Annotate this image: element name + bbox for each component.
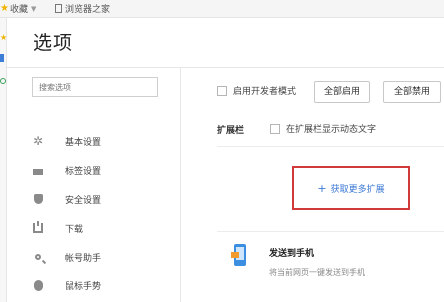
search-input[interactable] <box>32 77 158 97</box>
get-more-extensions-button[interactable]: + 获取更多扩展 <box>292 166 410 210</box>
disable-all-button[interactable]: 全部禁用 <box>383 81 441 103</box>
tab-icon <box>32 164 44 176</box>
show-dynamic-text-label: 在扩展栏显示动态文字 <box>286 125 377 135</box>
window-icon[interactable] <box>0 54 4 62</box>
key-icon <box>32 251 44 263</box>
sidebar-item-account[interactable]: 帐号助手 <box>32 247 172 267</box>
bookmark-item[interactable]: 浏览器之家 <box>55 2 110 15</box>
get-more-label: 获取更多扩展 <box>330 184 385 195</box>
download-icon <box>32 221 44 234</box>
chevron-down-icon: ▼ <box>30 4 37 13</box>
favorites-label: 收藏 <box>9 5 28 15</box>
star-icon: ★ <box>0 3 9 14</box>
show-dynamic-text-checkbox[interactable] <box>270 123 280 134</box>
sidebar-item-mouse-gesture[interactable]: 鼠标手势 <box>32 275 172 295</box>
shield-icon <box>32 193 44 205</box>
extensions-panel: 启用开发者模式 全部启用 全部禁用 扩展栏 在扩展栏显示动态文字 + 获取更多扩… <box>181 68 444 302</box>
sidebar-item-security[interactable]: 安全设置 <box>32 189 172 209</box>
phone-icon <box>231 244 247 266</box>
sidebar-item-label: 鼠标手势 <box>65 281 102 292</box>
sidebar-item-label: 基本设置 <box>65 137 102 148</box>
bookmarks-bar: ★ 收藏 ▼ 浏览器之家 <box>0 0 444 18</box>
extension-bar-label: 扩展栏 <box>217 126 245 136</box>
sidebar-item-basic[interactable]: ✲ 基本设置 <box>32 131 172 151</box>
show-dynamic-text-toggle[interactable]: 在扩展栏显示动态文字 <box>270 122 376 135</box>
plus-icon: + <box>317 181 327 195</box>
extension-description: 将当前网页一键发送到手机 <box>269 268 365 277</box>
divider <box>217 146 444 147</box>
bookmark-label: 浏览器之家 <box>65 5 111 15</box>
page-title: 选项 <box>33 32 74 54</box>
extension-title: 发送到手机 <box>269 249 315 259</box>
favorites-menu[interactable]: ★ 收藏 ▼ <box>0 2 36 15</box>
sidebar: ✲ 基本设置 标签设置 安全设置 下载 帐号助手 鼠标手势 <box>6 68 181 302</box>
sidebar-item-tabs[interactable]: 标签设置 <box>32 160 172 180</box>
dev-mode-checkbox[interactable] <box>217 85 227 96</box>
sidebar-item-download[interactable]: 下载 <box>32 218 172 238</box>
dev-mode-toggle[interactable]: 启用开发者模式 <box>217 84 296 97</box>
sidebar-item-label: 标签设置 <box>65 166 102 177</box>
sidebar-item-label: 帐号助手 <box>65 253 102 264</box>
mouse-icon <box>32 279 44 291</box>
sidebar-item-label: 下载 <box>65 224 84 235</box>
divider <box>217 231 444 232</box>
page-icon <box>55 4 62 13</box>
star-icon[interactable]: ★ <box>0 34 7 42</box>
dev-mode-label: 启用开发者模式 <box>233 87 297 97</box>
enable-all-button[interactable]: 全部启用 <box>314 81 370 103</box>
sidebar-item-label: 安全设置 <box>65 195 102 206</box>
gear-icon: ✲ <box>32 134 44 148</box>
